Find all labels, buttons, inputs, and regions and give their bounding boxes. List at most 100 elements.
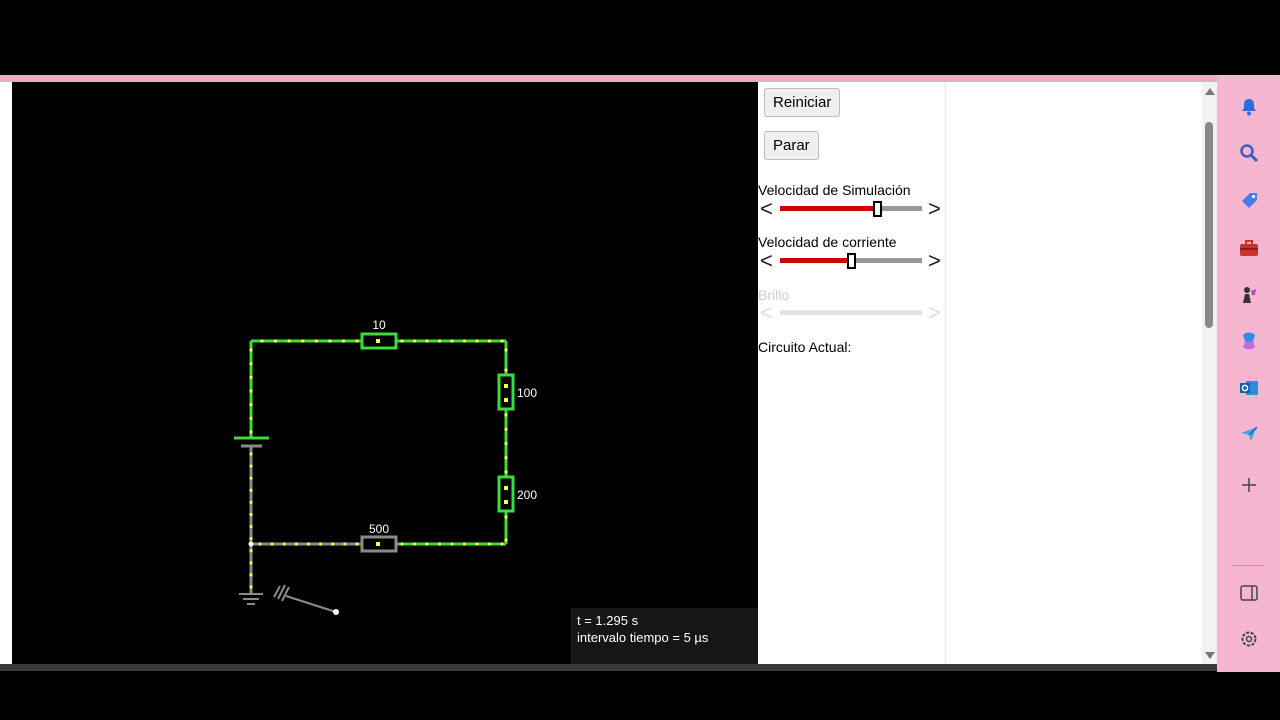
outlook-icon[interactable]	[1237, 376, 1261, 400]
toolbox-icon[interactable]	[1237, 236, 1261, 260]
current-dot	[500, 339, 504, 343]
scroll-up-icon[interactable]	[1205, 88, 1215, 95]
current-dot	[249, 500, 253, 504]
current-dot	[249, 585, 253, 589]
current-speed-track[interactable]	[780, 253, 922, 269]
current-dot	[249, 464, 253, 468]
current-dot	[249, 549, 253, 553]
current-dot	[400, 542, 404, 546]
current-dot	[504, 368, 508, 372]
tag-icon[interactable]	[1237, 188, 1261, 212]
ground-symbol	[239, 593, 263, 605]
current-dot	[504, 427, 508, 431]
current-speed-slider[interactable]: < >	[758, 250, 944, 272]
circuit-diagram[interactable]: 10 100 200 500	[12, 82, 758, 664]
current-speed-thumb[interactable]	[847, 253, 856, 269]
probe-tip[interactable]	[333, 609, 339, 615]
current-dot	[437, 339, 442, 343]
sim-speed-thumb[interactable]	[872, 201, 882, 217]
current-dot	[425, 339, 429, 343]
current-dot	[314, 339, 318, 343]
window-top-strip	[0, 75, 1217, 82]
current-dot	[437, 542, 442, 546]
brightness-slider: < >	[758, 302, 944, 324]
resistor-label-200: 200	[517, 488, 537, 502]
current-speed-label: Velocidad de corriente	[758, 234, 897, 250]
resistor-100-dot-b	[504, 398, 508, 402]
resistor-200[interactable]	[497, 475, 515, 513]
sim-speed-increase-icon[interactable]: >	[928, 198, 941, 220]
current-dot	[273, 339, 278, 343]
current-dot	[412, 339, 417, 343]
sidebar-toggle-icon[interactable]	[1237, 581, 1261, 605]
current-dot	[301, 339, 305, 343]
resistor-100-dot-a	[504, 384, 508, 388]
reset-button[interactable]: Reiniciar	[764, 88, 841, 117]
current-dot	[504, 413, 508, 417]
current-dot	[249, 512, 253, 517]
current-dot	[355, 542, 359, 546]
bell-icon[interactable]	[1237, 95, 1261, 119]
current-dot	[450, 542, 454, 546]
resistor-label-100: 100	[517, 386, 537, 400]
sim-speed-decrease-icon[interactable]: <	[760, 198, 773, 220]
send-icon[interactable]	[1237, 422, 1261, 446]
resistor-500-dot	[376, 542, 380, 546]
current-dot	[249, 561, 253, 565]
current-dot	[331, 542, 335, 546]
chess-icon[interactable]	[1237, 283, 1261, 307]
sim-speed-slider[interactable]: < >	[758, 198, 944, 220]
current-dot	[475, 339, 479, 343]
current-dot	[504, 515, 508, 519]
current-dot	[487, 339, 492, 343]
search-icon[interactable]	[1237, 141, 1261, 165]
current-dot	[504, 470, 508, 474]
current-dot	[249, 389, 253, 393]
stop-button[interactable]: Parar	[764, 131, 819, 160]
settings-icon[interactable]	[1237, 627, 1261, 651]
brightness-track	[780, 310, 922, 315]
resistor-label-500: 500	[369, 522, 389, 536]
resistor-100[interactable]	[497, 373, 515, 411]
current-dot	[249, 430, 253, 434]
current-dot	[328, 339, 332, 343]
current-dot	[282, 542, 286, 546]
resistor-200-dot-b	[504, 500, 508, 504]
brightness-increase-icon: >	[928, 300, 941, 325]
sim-speed-fill	[780, 206, 877, 211]
circuit-canvas[interactable]: 10 100 200 500 t = 1.295 s intervalo tie…	[12, 82, 758, 664]
copilot-icon[interactable]	[1237, 329, 1261, 353]
current-dot	[355, 339, 359, 343]
current-dot	[258, 542, 262, 546]
sim-speed-label: Velocidad de Simulación	[758, 182, 911, 198]
page-scrollbar[interactable]	[1202, 82, 1217, 664]
sidebar-separator	[1233, 565, 1265, 566]
current-dot	[249, 452, 253, 456]
current-dot	[249, 362, 253, 366]
current-dot	[462, 339, 467, 343]
scroll-down-icon[interactable]	[1205, 652, 1215, 659]
current-dot	[504, 456, 508, 460]
current-dot	[249, 476, 253, 480]
current-dot	[475, 542, 479, 546]
resistor-10-dot	[376, 339, 380, 343]
plus-icon[interactable]	[1237, 473, 1261, 497]
control-panel: Reiniciar Parar Velocidad de Simulación …	[758, 82, 946, 664]
current-dot	[260, 339, 264, 343]
simulation-info: t = 1.295 s intervalo tiempo = 5 µs	[571, 608, 758, 664]
current-speed-increase-icon[interactable]: >	[928, 250, 941, 272]
current-dot	[500, 542, 504, 546]
probe-symbol[interactable]	[273, 584, 337, 613]
current-dot	[504, 348, 508, 352]
current-dot	[249, 537, 253, 541]
sim-speed-track[interactable]	[780, 201, 922, 217]
current-dot	[504, 441, 508, 446]
current-dot	[287, 339, 291, 343]
current-dot	[249, 403, 253, 407]
current-speed-decrease-icon[interactable]: <	[760, 250, 773, 272]
current-dot	[249, 416, 253, 420]
current-dot	[249, 573, 253, 577]
resistor-label-10: 10	[372, 318, 386, 332]
current-dot	[400, 339, 404, 343]
scroll-thumb[interactable]	[1205, 122, 1213, 328]
